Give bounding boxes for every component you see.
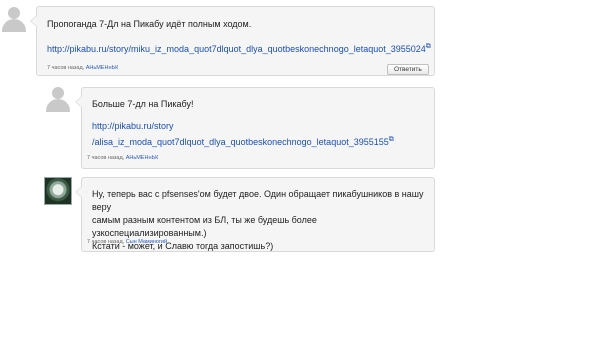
- comment-text-line1: Ну, теперь вас с pfsenses'ом будет двое.…: [92, 189, 424, 212]
- comment-link-line2[interactable]: /alisa_iz_moda_quot7dlquot_dlya_quotbesk…: [92, 137, 389, 147]
- avatar-placeholder-icon: [52, 87, 64, 99]
- comment-text-line2: самым разным контентом из БЛ, ты же буде…: [92, 215, 317, 238]
- comment-author-link[interactable]: АНьМЕНнЬК: [86, 65, 119, 71]
- comment-link-text[interactable]: http://pikabu.ru/story/miku_iz_moda_quot…: [47, 44, 426, 54]
- comment-meta: 7 часов назад, АНьМЕНнЬК: [47, 64, 118, 72]
- comment-author-link[interactable]: Сын Маминогий: [126, 239, 167, 245]
- avatar-placeholder-icon: [8, 7, 20, 19]
- avatar[interactable]: [1, 6, 27, 32]
- comment-link[interactable]: http://pikabu.ru/story /alisa_iz_moda_qu…: [92, 120, 394, 149]
- reply-button[interactable]: Ответить: [387, 64, 429, 75]
- external-link-icon: ⧉: [388, 136, 394, 143]
- comment-meta: 7 часов назад, Сын Маминогий: [87, 238, 167, 246]
- comment-link[interactable]: http://pikabu.ru/story/miku_iz_moda_quot…: [47, 40, 431, 56]
- comment-bubble: Больше 7-дл на Пикабу! http://pikabu.ru/…: [75, 87, 435, 169]
- comment-time: 7 часов назад,: [87, 155, 125, 161]
- comment-time: 7 часов назад,: [47, 65, 85, 71]
- comment-bubble: Пропоганда 7-Дл на Пикабу идёт полным хо…: [30, 6, 435, 76]
- comment-bubble: Ну, теперь вас с pfsenses'ом будет двое.…: [75, 177, 435, 252]
- external-link-icon: ⧉: [425, 43, 431, 50]
- avatar[interactable]: [44, 177, 72, 205]
- avatar-placeholder-body: [2, 19, 26, 32]
- comment-text: Больше 7-дл на Пикабу!: [92, 99, 194, 109]
- comment-meta: 7 часов назад, АНьМЕНнЬК: [87, 154, 158, 162]
- avatar-placeholder-body: [46, 99, 70, 112]
- comment-author-link[interactable]: АНьМЕНнЬК: [126, 155, 159, 161]
- comment-time: 7 часов назад,: [87, 239, 125, 245]
- comment-text: Пропоганда 7-Дл на Пикабу идёт полным хо…: [47, 19, 252, 29]
- avatar[interactable]: [45, 86, 71, 112]
- comment-link-line1[interactable]: http://pikabu.ru/story: [92, 121, 174, 131]
